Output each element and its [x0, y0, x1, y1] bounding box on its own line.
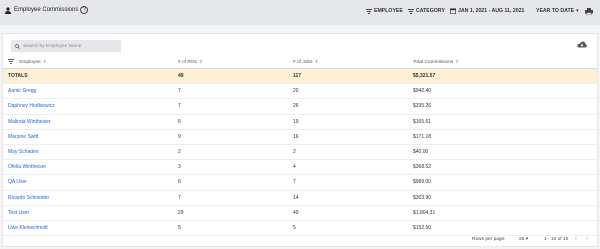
- pagination-range: 1 - 10 of 10: [544, 237, 569, 242]
- employee-link[interactable]: Daphney Hodkiewicz: [8, 99, 55, 114]
- table-row: Test User 29 49 $1,804.31: [3, 206, 597, 221]
- jobs-column-label: # of Jobs: [293, 60, 313, 65]
- commissions-column-header[interactable]: Total Commissions ⇕: [413, 55, 459, 69]
- next-page-button[interactable]: ›: [586, 236, 588, 242]
- page-title-group: Employee Commissions ?: [5, 6, 89, 14]
- commissions-cell: $368.52: [413, 164, 432, 171]
- sort-icon[interactable]: ⇕: [455, 59, 459, 64]
- ros-cell: 3: [178, 164, 181, 171]
- filter-icon: [408, 8, 414, 14]
- table-row: QA User 6 7 $989.00: [3, 175, 597, 191]
- commissions-cell: $1,804.31: [413, 209, 436, 216]
- print-icon[interactable]: [585, 8, 593, 15]
- search-input[interactable]: Search by Employee Name: [11, 40, 121, 52]
- table-header: Employee ⇕ # of ROs ⇕ # of Jobs ⇕ Total Com…: [3, 55, 597, 69]
- ros-cell: 6: [178, 179, 181, 186]
- table-row: Ofelia Wintheiser 3 4 $368.52: [3, 160, 597, 176]
- table-row: Aamir Gregg 7 20 $942.40: [3, 84, 597, 100]
- employee-column-header[interactable]: Employee ⇕: [8, 55, 46, 69]
- person-icon: [5, 6, 11, 14]
- jobs-cell: 20: [293, 88, 299, 95]
- ros-cell: 7: [178, 194, 181, 201]
- calendar-icon: [450, 8, 456, 14]
- ros-cell: 7: [178, 88, 181, 95]
- totals-commissions: $5,321.57: [413, 73, 436, 79]
- ros-cell: 2: [178, 148, 181, 155]
- category-filter[interactable]: CATEGORY: [408, 8, 445, 14]
- jobs-cell: 19: [293, 118, 299, 125]
- employee-link[interactable]: Ofelia Wintheiser: [8, 160, 46, 175]
- date-range-picker[interactable]: JAN 1, 2021 - AUG 11, 2021: [450, 8, 524, 14]
- jobs-cell: 14: [293, 194, 299, 201]
- commissions-card: Search by Employee Name Employee ⇕ # of R…: [2, 33, 598, 247]
- commissions-cell: $165.61: [413, 118, 432, 125]
- employee-link[interactable]: Malinda Wintheiser: [8, 115, 51, 130]
- ros-cell: 29: [178, 209, 184, 216]
- rows-per-page-select[interactable]: 25 ▾: [519, 237, 528, 242]
- rows-per-page-label: Rows per page:: [472, 237, 506, 242]
- table-row: Ricardo Schneider 7 14 $303.90: [3, 191, 597, 206]
- totals-label: TOTALS: [8, 73, 28, 79]
- commissions-cell: $171.18: [413, 133, 432, 140]
- period-select[interactable]: YEAR TO DATE ▾: [536, 8, 579, 14]
- page-title: Employee Commissions: [14, 7, 79, 13]
- commissions-cell: $989.00: [413, 179, 432, 186]
- jobs-cell: 49: [293, 209, 299, 216]
- sort-icon[interactable]: ⇕: [43, 59, 47, 64]
- date-range-label: JAN 1, 2021 - AUG 11, 2021: [458, 8, 525, 14]
- employee-filter[interactable]: EMPLOYEE: [366, 8, 403, 14]
- commissions-table: Employee ⇕ # of ROs ⇕ # of Jobs ⇕ Total Com…: [3, 55, 597, 237]
- commissions-cell: $335.26: [413, 103, 432, 110]
- employee-link[interactable]: Aamir Gregg: [8, 84, 36, 99]
- period-select-label: YEAR TO DATE: [536, 8, 575, 14]
- totals-row: TOTALS 49 117 $5,321.57: [3, 69, 597, 85]
- table-row: Daphney Hodkiewicz 7 26 $335.26: [3, 99, 597, 115]
- ros-column-header[interactable]: # of ROs ⇕: [178, 55, 203, 69]
- employee-link[interactable]: May Schaden: [8, 145, 39, 160]
- filter-icon: [366, 8, 372, 14]
- table-pagination: Rows per page: 25 ▾ 1 - 10 of 10 ‹ ›: [3, 233, 597, 247]
- ros-column-label: # of ROs: [178, 60, 197, 65]
- employee-link[interactable]: Test User: [8, 206, 29, 221]
- commissions-column-label: Total Commissions: [413, 60, 454, 65]
- employee-link[interactable]: QA User: [8, 175, 27, 190]
- ros-cell: 6: [178, 118, 181, 125]
- commissions-cell: $40.00: [413, 148, 429, 155]
- sort-icon[interactable]: ⇕: [314, 59, 318, 64]
- employee-link[interactable]: Ricardo Schneider: [8, 191, 49, 206]
- employee-link[interactable]: Marjorie Swift: [8, 130, 38, 145]
- commissions-cell: $303.90: [413, 194, 432, 201]
- table-row: Malinda Wintheiser 6 19 $165.61: [3, 115, 597, 130]
- jobs-cell: 4: [293, 164, 296, 171]
- cloud-download-icon[interactable]: [577, 41, 587, 48]
- search-icon: [15, 43, 20, 49]
- sort-icon[interactable]: ⇕: [199, 59, 203, 64]
- table-row: Marjorie Swift 9 16 $171.18: [3, 130, 597, 145]
- jobs-cell: 2: [293, 148, 296, 155]
- totals-jobs: 117: [293, 73, 302, 79]
- previous-page-button[interactable]: ‹: [575, 236, 577, 242]
- totals-ros: 49: [178, 73, 184, 79]
- jobs-cell: 16: [293, 133, 299, 140]
- commissions-cell: $942.40: [413, 88, 432, 95]
- filter-list-icon[interactable]: [8, 59, 14, 65]
- jobs-cell: 26: [293, 103, 299, 110]
- employee-filter-label: EMPLOYEE: [374, 8, 403, 14]
- category-filter-label: CATEGORY: [416, 8, 445, 14]
- ros-cell: 7: [178, 103, 181, 110]
- employee-column-label: Employee: [19, 60, 41, 65]
- search-placeholder: Search by Employee Name: [23, 43, 82, 49]
- help-icon[interactable]: ?: [80, 6, 89, 14]
- table-row: May Schaden 2 2 $40.00: [3, 145, 597, 161]
- ros-cell: 9: [178, 133, 181, 140]
- jobs-cell: 7: [293, 179, 296, 186]
- top-bar: Employee Commissions ? EMPLOYEE CATEGORY…: [0, 0, 600, 25]
- chevron-down-icon: ▾: [576, 8, 579, 14]
- jobs-column-header[interactable]: # of Jobs ⇕: [293, 55, 318, 69]
- chevron-down-icon: ▾: [525, 237, 529, 242]
- rows-per-page-value: 25: [519, 237, 525, 242]
